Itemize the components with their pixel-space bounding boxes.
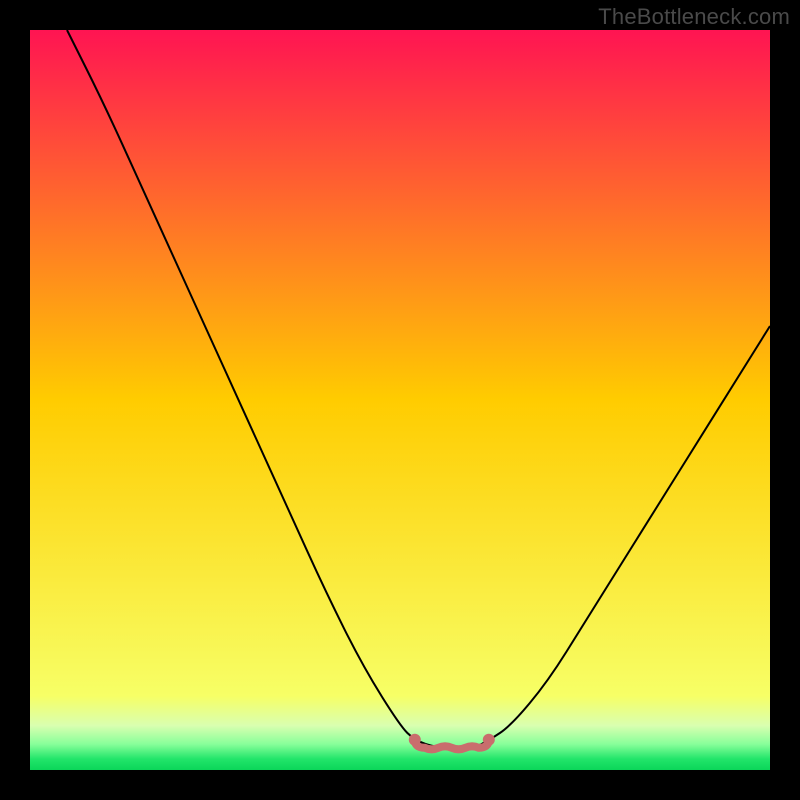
watermark-text: TheBottleneck.com: [598, 4, 790, 30]
trough-highlight: [415, 740, 489, 750]
bottleneck-curve: [30, 30, 770, 770]
plot-area: [30, 30, 770, 770]
trough-dot-right: [483, 734, 495, 746]
curve-path: [67, 30, 770, 748]
chart-frame: TheBottleneck.com: [0, 0, 800, 800]
trough-dot-left: [409, 734, 421, 746]
